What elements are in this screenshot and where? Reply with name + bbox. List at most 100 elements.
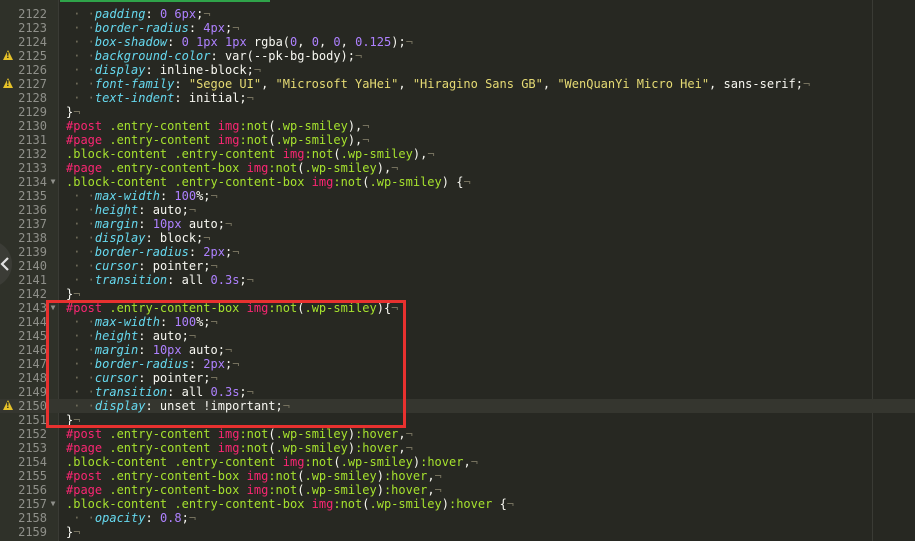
code-text: · ·transition: all 0.3s;¬ <box>66 273 254 287</box>
code-line[interactable]: 2129 }¬ <box>0 105 915 119</box>
code-text: · ·text-indent: initial;¬ <box>66 91 254 105</box>
warning-icon[interactable] <box>3 78 13 88</box>
code-line[interactable]: 2125 · ·background-color: var(--pk-bg-bo… <box>0 49 915 63</box>
code-text: · ·height: auto;¬ <box>66 329 197 343</box>
code-text: #post .entry-content-box img:not(.wp-smi… <box>66 301 399 315</box>
code-line[interactable]: 2144 · ·max-width: 100%;¬ <box>0 315 915 329</box>
code-text: #post .entry-content img:not(.wp-smiley)… <box>66 119 370 133</box>
code-line[interactable]: 2130 #post .entry-content img:not(.wp-smi… <box>0 119 915 133</box>
code-line[interactable]: 2128 · ·text-indent: initial;¬ <box>0 91 915 105</box>
code-text: · ·max-width: 100%;¬ <box>66 315 218 329</box>
code-text: #page .entry-content-box img:not(.wp-smi… <box>66 161 399 175</box>
code-text: · ·border-radius: 2px;¬ <box>66 245 240 259</box>
code-text: #page .entry-content-box img:not(.wp-smi… <box>66 483 442 497</box>
code-line[interactable]: 2156 #page .entry-content-box img:not(.wp… <box>0 483 915 497</box>
line-number: 2153 <box>18 441 47 455</box>
line-number: 2126 <box>18 63 47 77</box>
code-line[interactable]: 2123 · ·border-radius: 4px;¬ <box>0 21 915 35</box>
code-line[interactable]: 2124 · ·box-shadow: 0 1px 1px rgba(0, 0,… <box>0 35 915 49</box>
code-line[interactable]: 2142}¬ <box>0 287 915 301</box>
code-line[interactable]: 2152 #post .entry-content img:not(.wp-smi… <box>0 427 915 441</box>
code-text: · ·border-radius: 2px;¬ <box>66 357 240 371</box>
code-line[interactable]: 2154 .block-content .entry-content img:no… <box>0 455 915 469</box>
code-line[interactable]: 2141 · ·transition: all 0.3s;¬ <box>0 273 915 287</box>
line-number: 2157 <box>18 497 47 511</box>
code-line[interactable]: 2158 · ·opacity: 0.8;¬ <box>0 511 915 525</box>
code-line[interactable]: 2148 · ·cursor: pointer;¬ <box>0 371 915 385</box>
code-text: }¬ <box>66 525 81 539</box>
warning-icon[interactable] <box>3 50 13 60</box>
line-number: 2147 <box>18 357 47 371</box>
code-line[interactable]: 2133 #page .entry-content-box img:not(.wp… <box>0 161 915 175</box>
fold-arrow-icon[interactable]: ▼ <box>49 175 57 189</box>
code-line[interactable]: 2127 · ·font-family: "Segoe UI", "Micros… <box>0 77 915 91</box>
code-line[interactable]: 2122 · ·padding: 0 6px;¬ <box>0 7 915 21</box>
code-line[interactable]: 2143 ▼ #post .entry-content-box img:not(.w… <box>0 301 915 315</box>
code-line[interactable]: 2137 · ·margin: 10px auto;¬ <box>0 217 915 231</box>
line-number: 2138 <box>18 231 47 245</box>
line-number: 2133 <box>18 161 47 175</box>
code-text: · ·box-shadow: 0 1px 1px rgba(0, 0, 0, 0… <box>66 35 413 49</box>
code-text: · ·cursor: pointer;¬ <box>66 259 218 273</box>
line-number: 2146 <box>18 343 47 357</box>
code-line[interactable]: 2139 · ·border-radius: 2px;¬ <box>0 245 915 259</box>
code-text: · ·background-color: var(--pk-bg-body);¬ <box>66 49 363 63</box>
line-number: 2158 <box>18 511 47 525</box>
code-text: · ·display: inline-block;¬ <box>66 63 262 77</box>
code-text: }¬ <box>66 105 81 119</box>
code-line[interactable]: 2146 · ·margin: 10px auto;¬ <box>0 343 915 357</box>
code-text: · ·padding: 0 6px;¬ <box>66 7 211 21</box>
code-lines[interactable]: 2122 · ·padding: 0 6px;¬ 2123 · ·border-r… <box>0 7 915 539</box>
code-line[interactable]: 2131 #page .entry-content img:not(.wp-smi… <box>0 133 915 147</box>
line-number: 2124 <box>18 35 47 49</box>
code-text: #post .entry-content-box img:not(.wp-smi… <box>66 469 442 483</box>
line-number: 2130 <box>18 119 47 133</box>
line-number: 2123 <box>18 21 47 35</box>
code-line[interactable]: 2157 ▼ .block-content .entry-content-box i… <box>0 497 915 511</box>
code-text: · ·opacity: 0.8;¬ <box>66 511 197 525</box>
code-text: .block-content .entry-content img:not(.w… <box>66 147 435 161</box>
code-line[interactable]: 2149 · ·transition: all 0.3s;¬ <box>0 385 915 399</box>
code-text: · ·cursor: pointer;¬ <box>66 371 218 385</box>
code-text: #page .entry-content img:not(.wp-smiley)… <box>66 441 413 455</box>
line-number: 2144 <box>18 315 47 329</box>
code-text: · ·display: block;¬ <box>66 231 211 245</box>
code-text: · ·max-width: 100%;¬ <box>66 189 218 203</box>
code-line[interactable]: 2126 · ·display: inline-block;¬ <box>0 63 915 77</box>
code-line[interactable]: 2151}¬ <box>0 413 915 427</box>
line-number: 2122 <box>18 7 47 21</box>
code-line[interactable]: 2153 #page .entry-content img:not(.wp-smi… <box>0 441 915 455</box>
code-text: · ·border-radius: 4px;¬ <box>66 21 240 35</box>
line-number: 2128 <box>18 91 47 105</box>
code-line[interactable]: 2135 · ·max-width: 100%;¬ <box>0 189 915 203</box>
code-line[interactable]: 2150 · ·display: unset !important;¬ <box>0 399 915 413</box>
code-text: · ·margin: 10px auto;¬ <box>66 217 233 231</box>
line-number: 2155 <box>18 469 47 483</box>
fold-arrow-icon[interactable]: ▼ <box>49 497 57 511</box>
code-text: .block-content .entry-content-box img:no… <box>66 497 515 511</box>
code-editor[interactable]: 2122 · ·padding: 0 6px;¬ 2123 · ·border-r… <box>0 0 915 541</box>
line-number: 2135 <box>18 189 47 203</box>
code-text: .block-content .entry-content img:not(.w… <box>66 455 478 469</box>
line-number: 2131 <box>18 133 47 147</box>
line-number: 2129 <box>18 105 47 119</box>
code-line[interactable]: 2155 #post .entry-content-box img:not(.wp… <box>0 469 915 483</box>
code-line[interactable]: 2134 ▼ .block-content .entry-content-box i… <box>0 175 915 189</box>
chevron-left-icon <box>0 257 9 271</box>
line-number: 2137 <box>18 217 47 231</box>
fold-arrow-icon[interactable]: ▼ <box>49 301 57 315</box>
code-line[interactable]: 2147 · ·border-radius: 2px;¬ <box>0 357 915 371</box>
code-line[interactable]: 2136 · ·height: auto;¬ <box>0 203 915 217</box>
line-number: 2148 <box>18 371 47 385</box>
line-number: 2159 <box>18 525 47 539</box>
code-line[interactable]: 2145 · ·height: auto;¬ <box>0 329 915 343</box>
code-line[interactable]: 2140 · ·cursor: pointer;¬ <box>0 259 915 273</box>
code-line[interactable]: 2132 .block-content .entry-content img:no… <box>0 147 915 161</box>
code-text: · ·margin: 10px auto;¬ <box>66 343 233 357</box>
code-text: }¬ <box>66 287 81 301</box>
code-text: }¬ <box>66 413 81 427</box>
warning-icon[interactable] <box>3 400 13 410</box>
code-line[interactable]: 2159 }¬ <box>0 525 915 539</box>
code-line[interactable]: 2138 · ·display: block;¬ <box>0 231 915 245</box>
code-text: · ·transition: all 0.3s;¬ <box>66 385 254 399</box>
